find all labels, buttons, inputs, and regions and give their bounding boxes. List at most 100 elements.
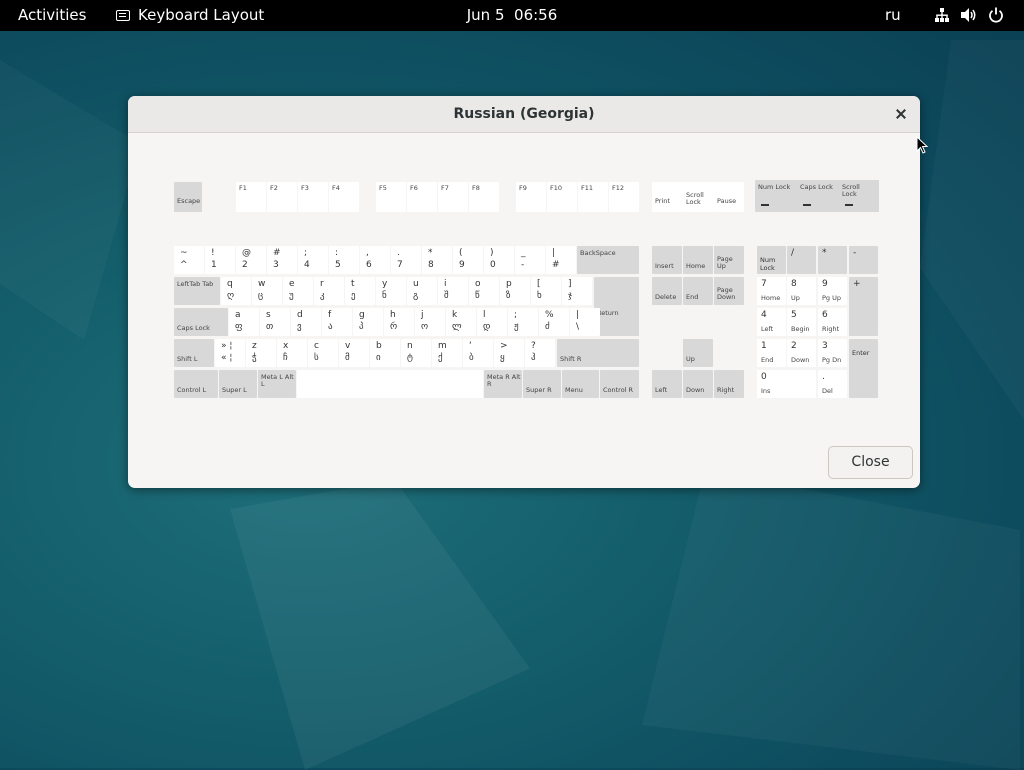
key-arrow-up: Up	[683, 339, 713, 367]
key-upper-symbol: /	[791, 248, 795, 258]
key-lower-symbol: ^	[180, 260, 188, 270]
input-source-indicator[interactable]: ru	[885, 6, 901, 24]
close-button[interactable]: Close	[828, 446, 913, 479]
key-label: F7	[441, 184, 449, 192]
key-numpad: -	[849, 246, 878, 274]
key-upper-symbol: g	[359, 310, 365, 320]
key: fა	[322, 308, 352, 336]
key-lower-symbol: ნ	[382, 291, 387, 301]
clock-date: Jun 5	[466, 6, 505, 24]
key-label: Super L	[222, 386, 247, 394]
led-indicators: Num Lock Caps Lock Scroll Lock	[755, 180, 879, 212]
key-label: Return	[597, 309, 619, 317]
key: * 8	[422, 246, 452, 274]
key-label: End	[686, 293, 699, 301]
key-lower-symbol: Pg Dn	[822, 356, 842, 364]
key-lower-symbol: პ	[359, 322, 364, 332]
key: zჭ	[246, 339, 276, 367]
key-upper-symbol: >	[500, 341, 508, 351]
key-lower-symbol: 2	[242, 260, 248, 270]
key-upper-symbol: 4	[761, 310, 767, 320]
key: | \	[570, 308, 600, 336]
key-label: Super R	[526, 386, 552, 394]
key-upper-symbol: [	[537, 279, 541, 289]
key-lower-symbol: რ	[390, 322, 398, 332]
key-label: F9	[519, 184, 527, 192]
system-tray[interactable]	[934, 7, 1004, 23]
key-nav: Delete	[652, 277, 682, 305]
led-label: Caps Lock	[800, 183, 833, 191]
key-upper-symbol: ?	[531, 341, 536, 351]
key-label: Page Up	[717, 255, 733, 270]
key-upper-symbol: .	[397, 248, 400, 258]
key-upper-symbol: k	[452, 310, 458, 320]
key-numpad: 4 Left	[757, 308, 786, 336]
key-numpad: 8 Up	[787, 277, 816, 305]
key-lower-symbol: წ	[475, 291, 480, 301]
key-upper-symbol: y	[382, 279, 388, 289]
key-upper-symbol: s	[266, 310, 271, 320]
key-arrow-down: Down	[683, 370, 713, 398]
key-lower-symbol: 9	[459, 260, 465, 270]
key-lower-symbol: \	[576, 322, 580, 332]
network-wired-icon	[935, 8, 949, 22]
key: xჩ	[277, 339, 307, 367]
led-light	[803, 204, 811, 206]
key-lower-symbol: კ	[320, 291, 325, 301]
key-caps-lock: Caps Lock	[174, 308, 228, 336]
wallpaper-shape	[230, 480, 530, 770]
key-control-right: Control R	[600, 370, 639, 398]
key-label: Down	[686, 386, 705, 394]
clock[interactable]: Jun 5 06:56	[0, 6, 1024, 24]
key-scroll-lock: Scroll Lock	[683, 182, 714, 212]
key: % ძ	[539, 308, 569, 336]
key-upper-symbol: Num Lock	[760, 256, 776, 272]
key-label: F5	[379, 184, 387, 192]
clock-time: 06:56	[514, 6, 558, 24]
key-lower-symbol: Right	[822, 325, 840, 333]
key-nav: End	[683, 277, 713, 305]
key: :5	[329, 246, 359, 274]
key-nav: Page Down	[714, 277, 744, 305]
key-nav: Home	[683, 246, 713, 274]
key-menu: Menu	[562, 370, 599, 398]
key-lower-symbol: 4	[304, 260, 310, 270]
key-upper-symbol: 7	[761, 279, 767, 289]
key-upper-symbol: 8	[791, 279, 797, 289]
key-lower-symbol: #	[552, 260, 560, 270]
key-upper-symbol: h	[390, 310, 396, 320]
key-upper-symbol: » ¦	[221, 341, 233, 351]
key-super-left: Super L	[219, 370, 257, 398]
key-super-right: Super R	[523, 370, 561, 398]
key: jო	[415, 308, 445, 336]
key-f1: F1	[236, 182, 266, 212]
key-upper-symbol: 6	[822, 310, 828, 320]
key-numpad: Enter	[849, 339, 878, 398]
key-lower-symbol: 6	[366, 260, 372, 270]
key: uგ	[407, 277, 437, 305]
key: wც	[252, 277, 282, 305]
key-arrow-left: Left	[652, 370, 682, 398]
key-lower-symbol: გ	[413, 291, 419, 301]
key-lower-symbol: დ	[483, 322, 491, 332]
key-lower-symbol: შ	[444, 291, 449, 301]
key-lower-symbol: ყ	[500, 353, 505, 363]
key-label: F4	[332, 184, 340, 192]
key-f3: F3	[298, 182, 328, 212]
key-upper-symbol: a	[235, 310, 241, 320]
key-lower-symbol: ღ	[227, 291, 235, 301]
key-lower-symbol: ჰ	[531, 353, 536, 363]
key: [ხ	[531, 277, 561, 305]
key: .7	[391, 246, 421, 274]
key-f7: F7	[438, 182, 468, 212]
wallpaper-shape	[0, 60, 140, 340]
key-upper-symbol: c	[314, 341, 319, 351]
key-upper-symbol: ‘	[469, 341, 472, 351]
key-lower-symbol: ჩ	[283, 353, 288, 363]
key-numpad: Num Lock	[757, 246, 786, 274]
key-upper-symbol: m	[438, 341, 447, 351]
key-upper-symbol: #	[273, 248, 281, 258]
key: cს	[308, 339, 338, 367]
key: » ¦ « ¦	[215, 339, 245, 367]
key-numpad: 5 Begin	[787, 308, 816, 336]
